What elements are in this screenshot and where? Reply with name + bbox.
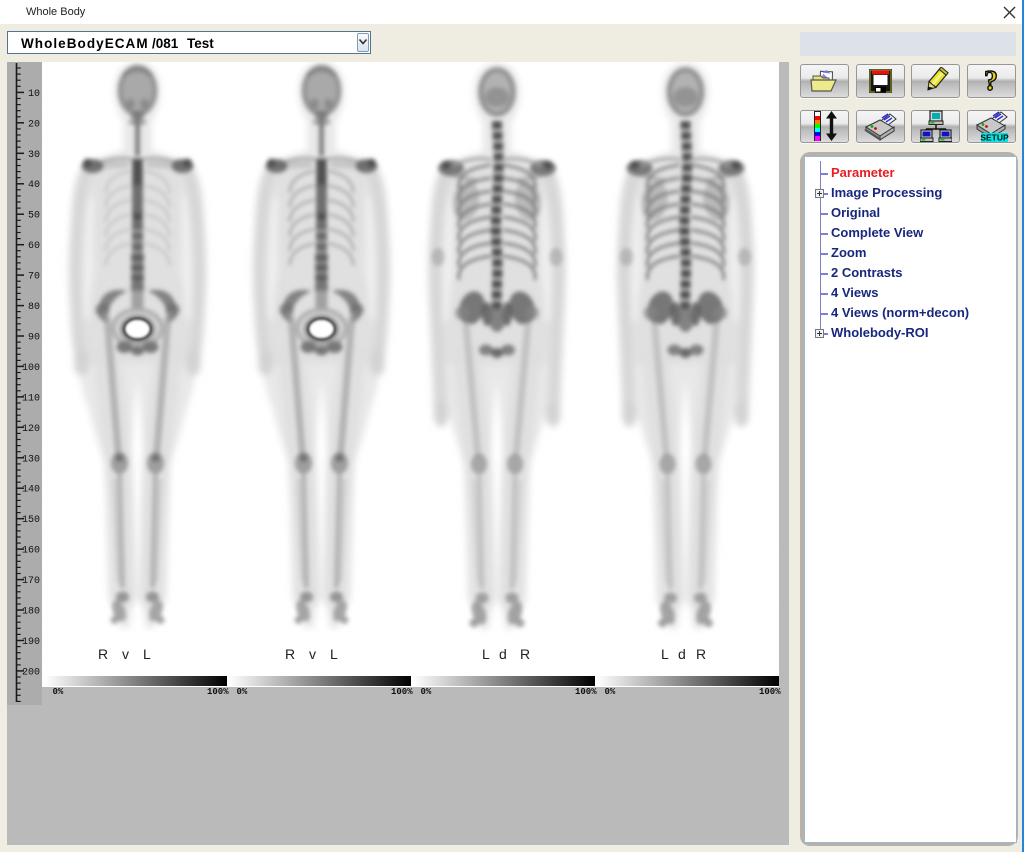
svg-text:30: 30 xyxy=(28,150,40,161)
svg-text:170: 170 xyxy=(22,576,40,587)
svg-text:130: 130 xyxy=(22,454,40,465)
svg-text:10: 10 xyxy=(28,89,40,100)
svg-text:50: 50 xyxy=(28,211,40,222)
svg-text:60: 60 xyxy=(28,241,40,252)
svg-text:90: 90 xyxy=(28,333,40,344)
svg-text:70: 70 xyxy=(28,272,40,283)
svg-text:SETUP: SETUP xyxy=(980,133,1009,143)
svg-text:200: 200 xyxy=(22,667,40,678)
svg-text:100: 100 xyxy=(22,363,40,374)
svg-text:?: ? xyxy=(984,67,998,95)
svg-text:20: 20 xyxy=(28,119,40,130)
svg-text:40: 40 xyxy=(28,180,40,191)
svg-text:80: 80 xyxy=(28,302,40,313)
svg-text:150: 150 xyxy=(22,515,40,526)
svg-text:110: 110 xyxy=(22,393,40,404)
svg-text:160: 160 xyxy=(22,546,40,557)
svg-text:190: 190 xyxy=(22,637,40,648)
svg-text:120: 120 xyxy=(22,424,40,435)
svg-text:180: 180 xyxy=(22,607,40,618)
svg-text:140: 140 xyxy=(22,485,40,496)
